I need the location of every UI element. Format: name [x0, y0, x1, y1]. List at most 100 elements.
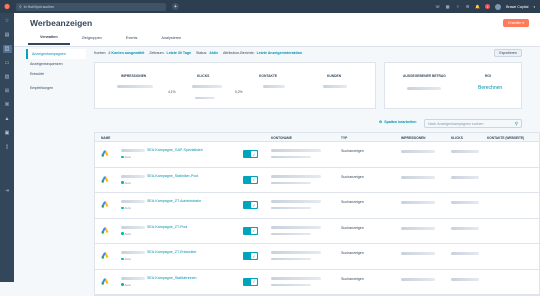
table-body: SEA-Kampagne_GAP-Spezialisten Aktiv ✓ Su…: [95, 142, 539, 295]
status-dot-icon: [121, 283, 124, 286]
create-button[interactable]: Erstellen ▾: [503, 19, 529, 27]
tab-zielgruppen[interactable]: Zielgruppen: [70, 31, 114, 45]
reporting-icon[interactable]: ▲: [3, 115, 12, 123]
metric-roi-label: ROI: [485, 74, 491, 78]
campaign-status-label: Aktiv: [124, 206, 132, 210]
content-icon[interactable]: ▭: [3, 59, 12, 67]
create-button-label: Erstellen: [508, 21, 522, 25]
service-icon[interactable]: ⊞: [3, 87, 12, 95]
global-search-input[interactable]: ⚲ In HubSpot suchen: [16, 2, 166, 11]
marketing-icon[interactable]: ◫: [2, 45, 12, 53]
account-name-blurred: [271, 276, 321, 280]
table-row[interactable]: SEA-Kampagne_ZT-Administrator Aktiv ✓ Su…: [95, 193, 539, 219]
column-header-name[interactable]: NAME: [101, 136, 110, 140]
campaign-active-toggle[interactable]: ✓: [243, 175, 258, 184]
filter-attribution-dropdown[interactable]: Letzte Anzeigeninteraktion: [257, 51, 303, 55]
expand-icon[interactable]: ⇥: [3, 187, 12, 195]
roi-card: AUSGEGEBENER BETRAG ROI Berechnen: [384, 62, 522, 109]
chevron-down-icon: ▾: [521, 21, 524, 25]
sidebar-item-anzeigensequenzen[interactable]: Anzeigensequenzen: [26, 59, 86, 69]
settings-icon[interactable]: ⚙: [465, 4, 470, 9]
tab-events[interactable]: Events: [114, 31, 150, 45]
account-id-blurred: [271, 258, 311, 260]
impressionen-value-blurred: [401, 175, 435, 179]
table-row[interactable]: SEA-Kampagne_Statiklerinnen Aktiv ✓ Such…: [95, 270, 539, 295]
table-row[interactable]: SEA-Kampagne_ZT-Entwickler Aktiv ✓ Sucha…: [95, 244, 539, 270]
edit-columns-label: Spalten bearbeiten: [384, 120, 417, 124]
table-row[interactable]: SEA-Kampagne_GAP-Spezialisten Aktiv ✓ Su…: [95, 142, 539, 168]
campaign-name-link[interactable]: SEA-Kampagne_ZT-Administrator: [147, 199, 201, 203]
global-search-placeholder: In HubSpot suchen: [23, 4, 55, 9]
checkmark-icon: ✓: [251, 253, 257, 259]
campaign-name-prefix-blurred: [121, 149, 145, 152]
filter-status-dropdown[interactable]: Aktiv: [209, 51, 218, 55]
library-icon[interactable]: ▯: [3, 143, 12, 151]
phone-icon[interactable]: ☏: [435, 4, 440, 9]
quick-create-icon[interactable]: +: [172, 3, 179, 10]
campaign-status-label: Aktiv: [124, 257, 132, 261]
campaign-name-prefix-blurred: [121, 276, 145, 280]
klicks-value-blurred: [451, 175, 479, 179]
edit-columns-button[interactable]: ⚙ Spalten bearbeiten: [379, 120, 416, 124]
tab-analysieren[interactable]: Analysieren: [149, 31, 193, 45]
tab-verwalten[interactable]: Verwalten: [28, 31, 70, 45]
campaign-name-link[interactable]: SEA-Kampagne_Statiniker-Pool: [147, 174, 198, 178]
column-header-impressionen[interactable]: IMPRESSIONEN: [401, 136, 425, 140]
notifications-icon[interactable]: 🔔: [475, 4, 480, 9]
campaign-active-toggle[interactable]: ✓: [243, 150, 258, 158]
metric-klicks-value-blurred: [192, 85, 222, 88]
page-header: Werbeanzeigen Erstellen ▾ Verwalten Ziel…: [14, 13, 540, 47]
help-icon[interactable]: ?: [455, 4, 460, 9]
column-header-klicks[interactable]: KLICKS: [451, 136, 463, 140]
roi-calculate-link[interactable]: Berechnen: [478, 85, 502, 91]
checkmark-icon: ✓: [251, 176, 257, 183]
automation-icon[interactable]: ⌘: [3, 101, 12, 109]
column-header-kontakte[interactable]: KONTAKTE (WEBSEITE): [487, 136, 524, 140]
bookmark-icon[interactable]: ☆: [3, 17, 12, 25]
user-avatar[interactable]: [495, 3, 502, 10]
account-id-blurred: [271, 181, 311, 184]
contacts-icon[interactable]: ▤: [3, 31, 12, 39]
campaign-type: Suchanzeigen: [341, 174, 364, 179]
klicks-value-blurred: [451, 226, 479, 230]
filter-attribution-label: Attribution-Berichte:: [223, 51, 255, 55]
campaign-name-link[interactable]: SEA-Kampagne_ZT-Entwickler: [147, 250, 197, 254]
column-header-kontoname[interactable]: KONTONAME: [271, 136, 292, 140]
sidebar-item-anzeigenkampagnen[interactable]: Anzeigenkampagnen: [26, 49, 86, 59]
hubspot-logo-icon[interactable]: ✺: [0, 0, 14, 13]
data-icon[interactable]: ▣: [3, 129, 12, 137]
campaign-name-link[interactable]: SEA-Kampagne_GAP-Spezialisten: [147, 148, 203, 152]
account-name-blurred: [271, 174, 321, 178]
metric-sub-value-blurred: [195, 97, 215, 99]
campaign-name-link[interactable]: SEA-Kampagne_Statiklerinnen: [147, 276, 197, 280]
metric-ausgegeben-value-blurred: [407, 87, 441, 90]
campaign-search-input[interactable]: Nach Anzeigenkampagnen suchen ⚲: [424, 119, 522, 128]
notification-badge: 1: [485, 4, 491, 9]
campaign-type: Suchanzeigen: [341, 149, 364, 153]
chevron-down-icon: ▾: [533, 4, 535, 9]
account-id-blurred: [271, 232, 311, 235]
filter-zeitraum-dropdown[interactable]: Letzte 30 Tage: [167, 51, 192, 55]
metric-ausgegeben-label: AUSGEGEBENER BETRAG: [403, 74, 446, 78]
sidebar-item-entwuerfe[interactable]: Entwürfe: [26, 69, 86, 79]
table-row[interactable]: SEA-Kampagne_ZT-Pool Aktiv ✓ Suchanzeige…: [95, 219, 539, 244]
user-name-menu[interactable]: Brawe Capital: [506, 5, 528, 9]
sales-icon[interactable]: ▥: [3, 73, 12, 81]
metric-rate-1: 4,1%: [168, 90, 176, 94]
campaign-active-toggle[interactable]: ✓: [243, 201, 258, 209]
campaign-active-toggle[interactable]: ✓: [243, 226, 258, 235]
table-row[interactable]: SEA-Kampagne_Statiniker-Pool Aktiv ✓ Suc…: [95, 168, 539, 193]
checkmark-icon: ✓: [251, 202, 257, 208]
campaign-name-link[interactable]: SEA-Kampagne_ZT-Pool: [147, 225, 187, 229]
campaign-active-toggle[interactable]: ✓: [243, 252, 258, 260]
metric-impressionen-label: IMPRESSIONEN: [121, 74, 147, 78]
marketplace-icon[interactable]: ▦: [445, 4, 450, 9]
settings-icon: ⚙: [379, 120, 383, 124]
export-button[interactable]: Exportieren: [494, 49, 522, 57]
account-id-blurred: [271, 283, 311, 286]
campaign-status: Aktiv: [121, 181, 131, 185]
filter-konten-dropdown[interactable]: 2 Konten ausgewählt: [108, 51, 144, 55]
column-header-typ[interactable]: TYP: [341, 136, 347, 140]
sidebar-item-empfehlungen[interactable]: Empfehlungen: [26, 83, 86, 93]
tab-bar: Verwalten Zielgruppen Events Analysieren: [28, 31, 193, 45]
